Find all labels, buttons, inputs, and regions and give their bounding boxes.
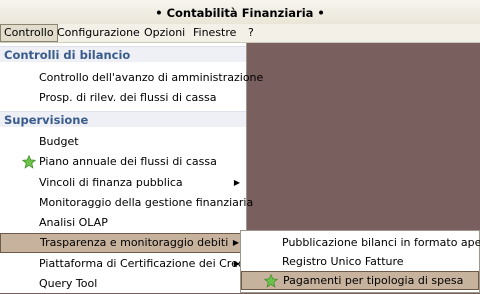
window-title: • Contabilità Finanziaria • (155, 6, 325, 20)
section-controlli-di-bilancio: Controlli di bilancio (0, 46, 246, 62)
menu-item-query-tool[interactable]: Query Tool (0, 274, 246, 294)
menu-item-piattaforma-crediti[interactable]: Piattaforma di Certificazione dei Credit… (0, 254, 255, 274)
submenu-item-label: Pubblicazione bilanci in formato aperto (282, 236, 480, 249)
menu-finestre[interactable]: Finestre (190, 24, 239, 42)
menu-item-label: Monitoraggio della gestione finanziaria (39, 196, 254, 209)
menu-item-vincoli-finanza[interactable]: Vincoli di finanza pubblica ▶ (0, 173, 246, 193)
menu-item-piano-annuale[interactable]: Piano annuale dei flussi di cassa (0, 152, 246, 172)
submenu-item-label: Pagamenti per tipologia di spesa (283, 274, 464, 287)
menu-item-label: Prosp. di rilev. dei flussi di cassa (39, 91, 217, 104)
window-title-bar: • Contabilità Finanziaria • (0, 0, 480, 24)
controllo-dropdown-menu: Controlli di bilancio Controllo dell'ava… (0, 43, 263, 294)
menu-item-monitoraggio-gestione[interactable]: Monitoraggio della gestione finanziaria (0, 193, 253, 213)
submenu-arrow-icon: ▶ (233, 178, 240, 187)
menu-opzioni[interactable]: Opzioni (141, 24, 188, 42)
menu-item-controllo-avanzo[interactable]: Controllo dell'avanzo di amministrazione (0, 68, 263, 88)
menu-item-label: Budget (39, 135, 79, 148)
menu-item-label: Query Tool (39, 277, 98, 290)
submenu-item-pagamenti-tipologia[interactable]: Pagamenti per tipologia di spesa (241, 271, 479, 290)
menu-item-label: Controllo dell'avanzo di amministrazione (39, 71, 264, 84)
submenu-item-registro-fatture[interactable]: Registro Unico Fatture (241, 252, 479, 271)
section-supervisione: Supervisione (0, 111, 246, 127)
menu-item-prosp-rilev-flussi[interactable]: Prosp. di rilev. dei flussi di cassa (0, 88, 246, 108)
menu-item-label: Piano annuale dei flussi di cassa (39, 155, 217, 168)
trasparenza-submenu: Pubblicazione bilanci in formato aperto … (240, 230, 480, 293)
menu-help[interactable]: ? (245, 24, 257, 42)
star-icon (264, 274, 278, 288)
menu-item-label: Vincoli di finanza pubblica (39, 176, 183, 189)
menu-item-label: Analisi OLAP (39, 216, 108, 229)
menu-item-trasparenza-debiti[interactable]: Trasparenza e monitoraggio debiti ▶ (0, 233, 246, 253)
submenu-arrow-icon: ▶ (232, 238, 239, 247)
submenu-item-pubblicazione-bilanci[interactable]: Pubblicazione bilanci in formato aperto (241, 233, 480, 252)
menu-item-label: Piattaforma di Certificazione dei Credit… (39, 257, 256, 270)
menu-configurazione[interactable]: Configurazione (54, 24, 143, 42)
menu-item-budget[interactable]: Budget (0, 132, 246, 152)
menu-controllo[interactable]: Controllo (0, 24, 58, 42)
menu-item-label: Trasparenza e monitoraggio debiti (40, 236, 229, 249)
star-icon (22, 155, 36, 169)
menu-bar: Controllo Configurazione Opzioni Finestr… (0, 24, 480, 43)
menu-item-analisi-olap[interactable]: Analisi OLAP (0, 213, 246, 233)
submenu-item-label: Registro Unico Fatture (282, 255, 404, 268)
